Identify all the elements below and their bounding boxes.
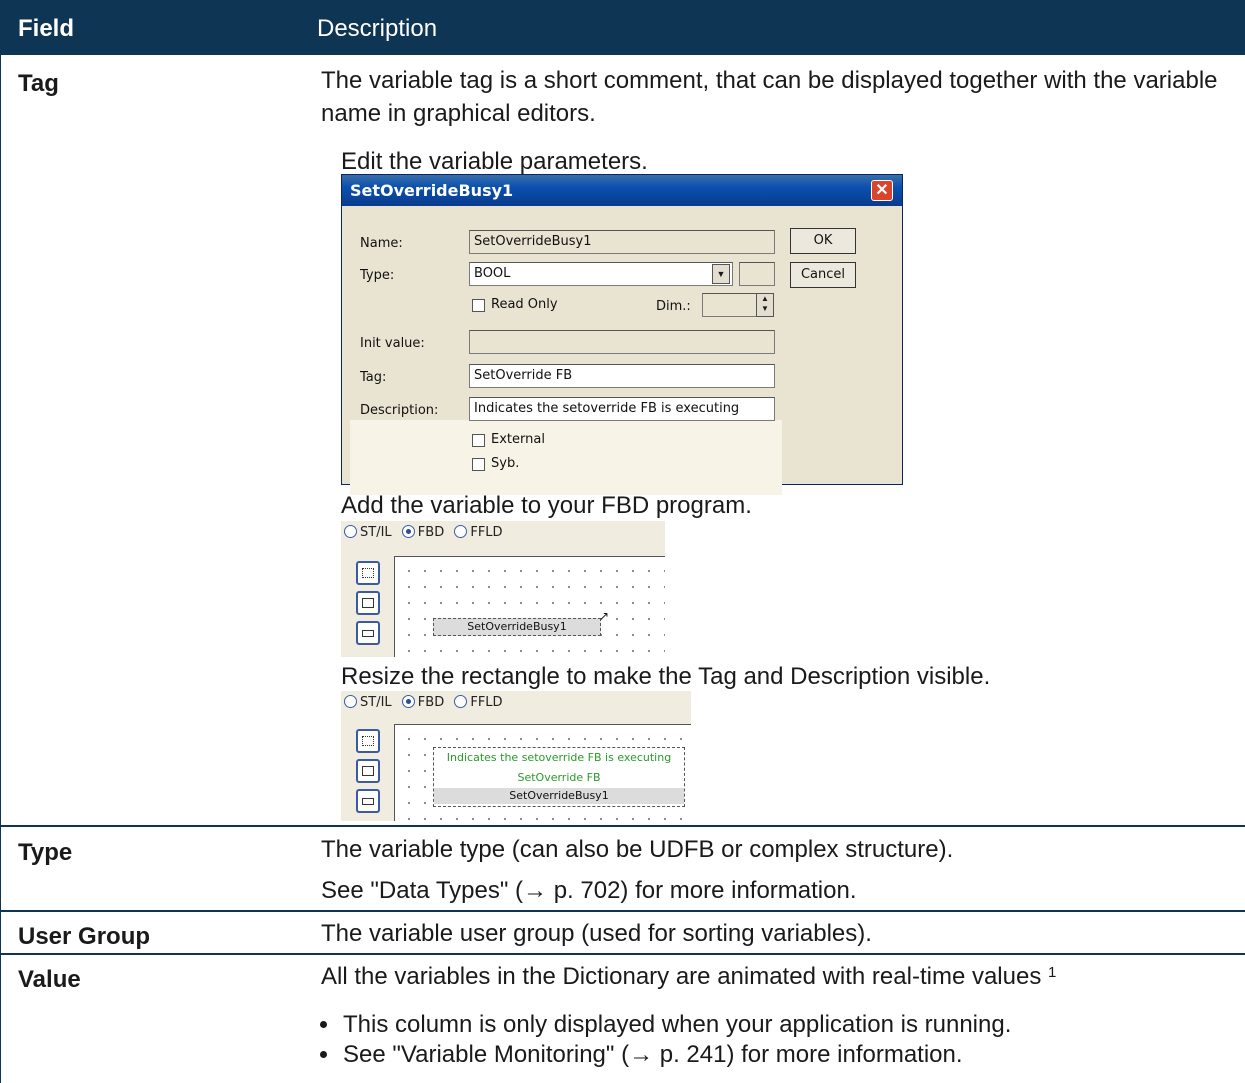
tag-label: Tag: <box>360 370 387 385</box>
mode-fbd-label: FBD <box>417 695 445 710</box>
ok-button[interactable]: OK <box>790 228 856 254</box>
dialog-title: SetOverrideBusy1 <box>350 181 514 200</box>
list-item: See "Variable Monitoring" (→ p. 241) for… <box>341 1040 1011 1070</box>
select-tool-icon[interactable] <box>356 561 380 585</box>
mode-fbd-radio[interactable] <box>401 695 415 708</box>
block-tool-icon[interactable] <box>356 591 380 615</box>
list-item: This column is only displayed when your … <box>341 1010 1011 1040</box>
mode-ffld-radio[interactable] <box>454 695 468 708</box>
mode-fbd-radio[interactable] <box>401 525 415 538</box>
dialog-body: Name: SetOverrideBusy1 Type: BOOL ▼ Read… <box>346 206 898 495</box>
table-header: Field Description <box>0 0 1245 55</box>
read-only-checkbox[interactable] <box>472 299 485 312</box>
dim-label: Dim.: <box>656 299 691 314</box>
field-column-header: Field <box>18 15 75 42</box>
footnote-marker[interactable]: 1 <box>1048 964 1056 981</box>
variable-block-expanded[interactable]: Indicates the setoverride FB is executin… <box>433 747 685 807</box>
type-select[interactable]: BOOL <box>469 262 733 286</box>
row-divider <box>0 953 1245 955</box>
init-value-label: Init value: <box>360 336 425 351</box>
variable-block[interactable]: SetOverrideBusy1 <box>433 618 601 636</box>
mode-st-label: ST/IL <box>360 695 392 710</box>
table-left-border <box>0 55 1 1083</box>
cancel-button[interactable]: Cancel <box>790 262 856 288</box>
variable-tool-icon[interactable] <box>356 621 380 645</box>
tag-description-highlight <box>350 420 782 495</box>
name-label: Name: <box>360 236 403 251</box>
type-extra-field[interactable] <box>739 262 775 286</box>
field-tag: Tag <box>18 70 59 97</box>
value-description-text: All the variables in the Dictionary are … <box>321 963 1042 990</box>
syb-label: Syb. <box>491 456 520 471</box>
field-type: Type <box>18 839 73 866</box>
dialog-title-bar: SetOverrideBusy1 ✕ <box>342 175 902 206</box>
resize-handle-icon[interactable]: ↗ <box>599 609 609 623</box>
fbd-canvas[interactable]: SetOverrideBusy1 ↗ <box>394 556 665 657</box>
user-group-description: The variable user group (used for sortin… <box>321 920 872 947</box>
block-tag: SetOverride FB <box>517 771 601 784</box>
dim-field[interactable] <box>702 293 758 317</box>
field-user-group: User Group <box>18 923 151 950</box>
description-column-header: Description <box>317 15 438 42</box>
value-description: All the variables in the Dictionary are … <box>321 960 1221 993</box>
description-label: Description: <box>360 403 439 418</box>
close-icon[interactable]: ✕ <box>871 180 893 201</box>
block-description: Indicates the setoverride FB is executin… <box>446 751 672 764</box>
mode-ffld-radio[interactable] <box>454 525 468 538</box>
tag-step-resize: Resize the rectangle to make the Tag and… <box>341 663 991 690</box>
init-value-field[interactable] <box>469 330 775 354</box>
field-value: Value <box>18 966 81 993</box>
type-description-line1: The variable type (can also be UDFB or c… <box>321 836 954 863</box>
name-field[interactable]: SetOverrideBusy1 <box>469 230 775 254</box>
row-divider <box>0 910 1245 912</box>
mode-st-radio[interactable] <box>344 695 357 708</box>
mode-fbd-label: FBD <box>417 525 445 540</box>
dim-spinner-icon[interactable]: ▲ ▼ <box>756 293 774 317</box>
value-bullet-list: This column is only displayed when your … <box>321 1010 1011 1070</box>
language-mode-radios: ST/IL FBD FFLD <box>344 695 509 710</box>
variable-properties-dialog: SetOverrideBusy1 ✕ Name: SetOverrideBusy… <box>341 174 903 495</box>
mode-ffld-label: FFLD <box>470 695 503 710</box>
external-checkbox[interactable] <box>472 434 485 447</box>
language-mode-radios: ST/IL FBD FFLD <box>344 525 509 540</box>
mode-st-radio[interactable] <box>344 525 357 538</box>
type-label: Type: <box>360 268 395 283</box>
fbd-editor-resized: ST/IL FBD FFLD Indicates the setoverride… <box>341 691 691 821</box>
fbd-editor-small: ST/IL FBD FFLD SetOverrideBusy1 ↗ <box>341 521 665 657</box>
tag-description: The variable tag is a short comment, tha… <box>321 67 1218 127</box>
external-label: External <box>491 432 545 447</box>
tag-field[interactable]: SetOverride FB <box>469 364 775 388</box>
block-name: SetOverrideBusy1 <box>434 788 684 804</box>
read-only-label: Read Only <box>491 297 558 312</box>
field-description-table: Field Description Tag The variable tag i… <box>0 0 1245 1083</box>
description-field[interactable]: Indicates the setoverride FB is executin… <box>469 397 775 421</box>
variable-tool-icon[interactable] <box>356 789 380 813</box>
chevron-down-icon[interactable]: ▼ <box>712 264 730 284</box>
type-description-line2: See "Data Types" (→ p. 702) for more inf… <box>321 877 857 904</box>
mode-ffld-label: FFLD <box>470 525 503 540</box>
mode-st-label: ST/IL <box>360 525 392 540</box>
tag-step-add: Add the variable to your FBD program. <box>341 492 752 519</box>
select-tool-icon[interactable] <box>356 729 380 753</box>
fbd-canvas[interactable]: Indicates the setoverride FB is executin… <box>394 724 691 821</box>
row-divider <box>0 825 1245 827</box>
syb-checkbox[interactable] <box>472 458 485 471</box>
block-tool-icon[interactable] <box>356 759 380 783</box>
